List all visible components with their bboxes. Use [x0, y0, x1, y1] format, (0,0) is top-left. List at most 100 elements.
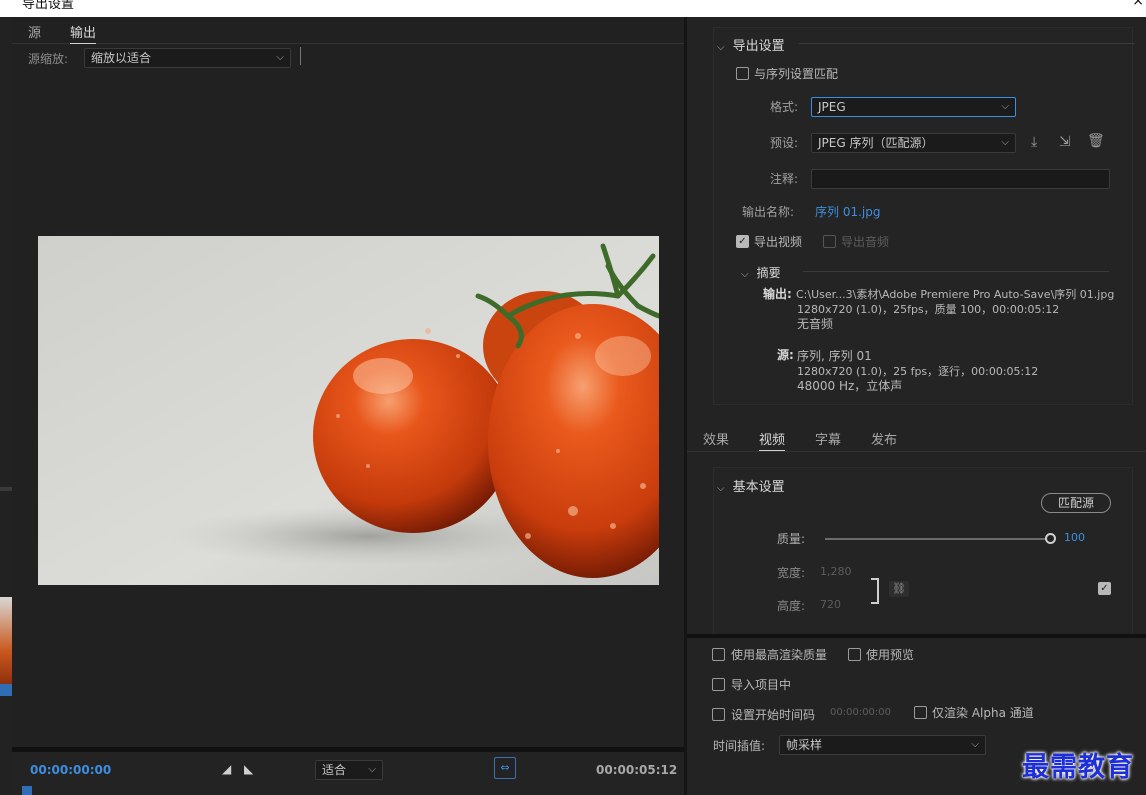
- import-project-checkbox[interactable]: [712, 678, 725, 691]
- link-bracket: [871, 578, 879, 604]
- quality-slider-knob[interactable]: [1045, 533, 1056, 544]
- tab-video[interactable]: 视频: [759, 429, 786, 451]
- source-scale-value: 缩放以适合: [91, 51, 152, 65]
- summary-title: 摘要: [756, 266, 781, 280]
- start-timecode[interactable]: 00:00:00:00: [30, 763, 111, 777]
- chevron-down-icon: ⌵: [741, 269, 749, 280]
- title-bar: 导出设置 ×: [0, 0, 1146, 17]
- chevron-down-icon: ⌵: [717, 42, 725, 53]
- export-settings-title: 导出设置: [732, 39, 785, 54]
- zoom-value: 适合: [322, 763, 347, 777]
- chevron-down-icon: ⌵: [1001, 101, 1009, 112]
- save-preset-icon[interactable]: ⤓: [1031, 134, 1037, 150]
- preview-controls: 00:00:00:00 ◢ ◣ 适合 ⌵ ⇔ 00:00:05:12: [12, 752, 684, 795]
- use-preview-label: 使用预览: [866, 648, 915, 662]
- source-scale-dropdown[interactable]: 缩放以适合 ⌵: [84, 48, 291, 68]
- toolbar-divider: [300, 47, 301, 65]
- summary-source-audio: 48000 Hz，立体声: [797, 379, 903, 393]
- max-render-quality-checkbox[interactable]: [712, 648, 725, 661]
- summary-header[interactable]: ⌵ 摘要: [741, 264, 781, 281]
- summary-source-label: 源:: [777, 348, 794, 362]
- output-name-label: 输出名称:: [742, 205, 795, 219]
- tab-source[interactable]: 源: [28, 22, 41, 41]
- playhead-icon[interactable]: [22, 786, 32, 795]
- summary-source-name: 序列, 序列 01: [797, 349, 872, 363]
- comment-label: 注释:: [770, 172, 799, 186]
- set-start-tc-label: 设置开始时间码: [731, 708, 816, 722]
- link-icon[interactable]: ⛓: [889, 581, 909, 597]
- window-title: 导出设置: [22, 0, 75, 12]
- trash-icon[interactable]: 🗑: [1087, 133, 1105, 149]
- settings-tabs: 效果 视频 字幕 发布: [687, 422, 1146, 452]
- start-tc-value[interactable]: 00:00:00:00: [830, 707, 891, 718]
- watermark-logo: 最需教育: [1022, 752, 1134, 783]
- summary-output-path: C:\User...3\素材\Adobe Premiere Pro Auto-S…: [796, 288, 1115, 301]
- source-scale-label: 源缩放:: [28, 52, 69, 66]
- height-value[interactable]: 720: [820, 598, 841, 611]
- summary-output-audio: 无音频: [797, 317, 834, 331]
- comment-input[interactable]: [811, 169, 1110, 189]
- chevron-down-icon: ⌵: [276, 52, 284, 63]
- export-settings-header[interactable]: ⌵ 导出设置: [717, 35, 785, 54]
- panel-separator: [687, 634, 1146, 638]
- width-value[interactable]: 1,280: [820, 565, 852, 578]
- header-rule: [799, 43, 1135, 44]
- basic-settings-title: 基本设置: [732, 480, 785, 495]
- time-interp-dropdown[interactable]: 帧采样 ⌵: [779, 735, 986, 755]
- chevron-down-icon: ⌵: [717, 483, 725, 494]
- alpha-only-checkbox[interactable]: [914, 706, 927, 719]
- format-value: JPEG: [818, 100, 846, 114]
- format-dropdown[interactable]: JPEG ⌵: [811, 97, 1016, 117]
- preset-dropdown[interactable]: JPEG 序列（匹配源） ⌵: [811, 133, 1016, 153]
- fit-frame-icon[interactable]: ⇔: [494, 757, 516, 779]
- edge-divider: [0, 487, 12, 491]
- edge-badge: [0, 684, 12, 696]
- tomato-image: [38, 236, 659, 585]
- output-name-link[interactable]: 序列 01.jpg: [815, 203, 880, 220]
- video-preview-frame: [38, 236, 659, 585]
- tab-captions[interactable]: 字幕: [815, 429, 841, 448]
- summary-rule: [803, 271, 1109, 272]
- export-audio-checkbox[interactable]: [823, 235, 836, 248]
- end-timecode: 00:00:05:12: [596, 763, 678, 777]
- summary-output-specs: 1280x720 (1.0)，25fps，质量 100，00:00:05:12: [797, 303, 1060, 316]
- import-project-label: 导入项目中: [731, 678, 792, 692]
- settings-pane: ⌵ 导出设置 与序列设置匹配 格式: JPEG ⌵ 预设: JPEG 序列（匹配源…: [687, 17, 1146, 795]
- basic-settings-header[interactable]: ⌵ 基本设置: [717, 476, 785, 495]
- chevron-down-icon: ⌵: [971, 739, 979, 750]
- export-video-checkbox[interactable]: ✓: [736, 235, 749, 248]
- format-label: 格式:: [770, 100, 799, 114]
- import-preset-icon[interactable]: ⇲: [1059, 134, 1071, 150]
- preset-value: JPEG 序列（匹配源）: [818, 136, 934, 150]
- edge-thumbnail: [0, 597, 12, 687]
- close-icon[interactable]: ×: [1132, 0, 1144, 9]
- export-video-label: 导出视频: [754, 235, 803, 249]
- width-label: 宽度:: [777, 566, 806, 580]
- tab-output[interactable]: 输出: [70, 22, 97, 44]
- summary-output-label: 输出:: [763, 287, 792, 301]
- time-interp-label: 时间插值:: [713, 739, 766, 753]
- quality-value[interactable]: 100: [1064, 531, 1085, 544]
- set-start-tc-checkbox[interactable]: [712, 708, 725, 721]
- max-render-quality-label: 使用最高渲染质量: [731, 648, 828, 662]
- time-interp-value: 帧采样: [786, 738, 823, 752]
- quality-slider-track[interactable]: [825, 538, 1050, 540]
- preview-tabs: 源 输出: [12, 17, 684, 44]
- export-audio-label: 导出音频: [841, 235, 890, 249]
- chevron-down-icon: ⌵: [1001, 137, 1009, 148]
- dimension-checkbox[interactable]: ✓: [1098, 582, 1111, 595]
- height-label: 高度:: [777, 599, 806, 613]
- match-source-button[interactable]: 匹配源: [1041, 493, 1111, 513]
- preset-label: 预设:: [770, 136, 799, 150]
- tab-effects[interactable]: 效果: [703, 429, 729, 448]
- quality-label: 质量:: [777, 532, 806, 546]
- mark-in-icon[interactable]: ◢: [222, 762, 231, 776]
- match-sequence-label: 与序列设置匹配: [754, 67, 839, 81]
- match-sequence-checkbox[interactable]: [736, 67, 749, 80]
- tab-publish[interactable]: 发布: [871, 429, 897, 448]
- zoom-dropdown[interactable]: 适合 ⌵: [315, 760, 383, 780]
- preview-pane: 源 输出 源缩放: 缩放以适合 ⌵ 00:00:00:00 ◢ ◣ 适合 ⌵ ⇔…: [12, 17, 684, 795]
- use-preview-checkbox[interactable]: [848, 648, 861, 661]
- alpha-only-label: 仅渲染 Alpha 通道: [932, 706, 1034, 720]
- mark-out-icon[interactable]: ◣: [244, 762, 253, 776]
